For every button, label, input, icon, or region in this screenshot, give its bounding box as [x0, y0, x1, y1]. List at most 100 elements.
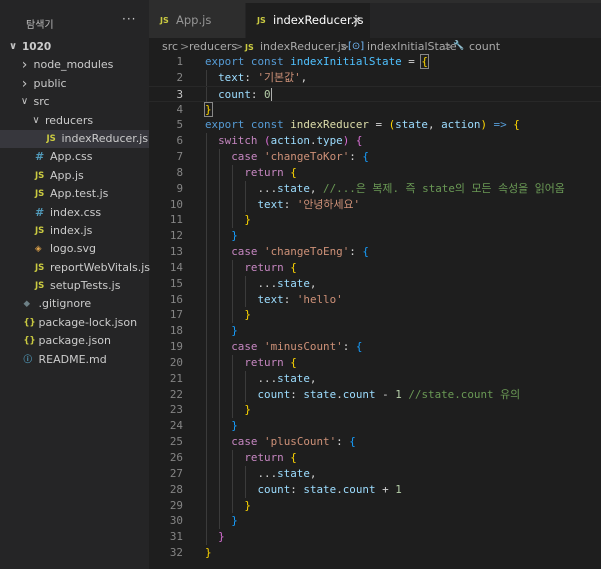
explorer-header: 탐색기 ··· — [0, 8, 149, 36]
line-number: 16 — [169, 292, 183, 306]
code-line[interactable]: 32} — [149, 545, 601, 561]
code-line[interactable]: 2 text: '기본값', — [149, 69, 601, 86]
code-text: ...state, — [205, 276, 317, 290]
breadcrumb-property[interactable]: count — [469, 38, 500, 55]
git-file-icon: ◆ — [23, 299, 31, 310]
code-text: } — [244, 403, 251, 417]
code-line[interactable]: 13 case 'changeToEng': { — [149, 244, 601, 260]
code-editor[interactable]: 1 export const indexInitialState = {2 tex… — [149, 54, 601, 569]
code-line[interactable]: 9 ...state, //...은 복제. 즉 state의 모든 속성을 읽… — [149, 180, 601, 197]
tree-item[interactable]: ◈ logo.svg — [0, 240, 149, 258]
code-line[interactable]: 25 case 'plusCount': { — [149, 434, 601, 450]
code-text: export const indexReducer = (state, acti… — [205, 118, 520, 132]
tree-item[interactable]: › public — [0, 75, 149, 93]
line-number: 29 — [169, 498, 183, 512]
line-number: 15 — [169, 276, 183, 290]
tree-item[interactable]: JS App.test.js — [0, 185, 149, 203]
code-line[interactable]: 4} — [149, 101, 601, 118]
line-number: 26 — [169, 451, 183, 464]
code-line[interactable]: 7 case 'changeToKor': { — [149, 149, 601, 165]
text-cursor — [270, 88, 272, 102]
code-line[interactable]: 26 return { — [149, 450, 601, 466]
tree-item[interactable]: ∨ 1020 — [0, 38, 149, 56]
tree-item[interactable]: {} package.json — [0, 332, 149, 350]
code-line[interactable]: 16 text: 'hello' — [149, 291, 601, 308]
line-number: 21 — [169, 371, 183, 385]
tree-item-label: src — [33, 95, 50, 109]
tree-item[interactable]: ∨ reducers — [0, 112, 149, 130]
tree-item[interactable]: ⓘ README.md — [0, 351, 149, 369]
js-file-icon: JS — [46, 133, 56, 144]
line-number: 6 — [176, 134, 183, 148]
code-line[interactable]: 31 } — [149, 529, 601, 546]
breadcrumb-src[interactable]: src — [162, 38, 178, 55]
code-line[interactable]: 3 count: 0 — [149, 85, 601, 103]
code-line[interactable]: 28 count: state.count + 1 — [149, 481, 601, 498]
code-line[interactable]: 19 case 'minusCount': { — [149, 339, 601, 355]
code-line[interactable]: 21 ...state, — [149, 370, 601, 387]
tree-item[interactable]: ◆ .gitignore — [0, 295, 149, 313]
tree-item[interactable]: JS index.js — [0, 222, 149, 240]
tree-item[interactable]: JS reportWebVitals.js — [0, 259, 150, 277]
code-line[interactable]: 15 ...state, — [149, 275, 601, 292]
more-actions-icon[interactable]: ··· — [122, 12, 136, 26]
code-line[interactable]: 20 return { — [149, 354, 601, 371]
chevron-right-icon[interactable]: › — [20, 75, 30, 93]
tree-item[interactable]: JS indexReducer.js — [0, 129, 149, 149]
breadcrumb-reducers[interactable]: reducers — [189, 38, 237, 55]
tree-item[interactable]: › node_modules — [0, 56, 149, 74]
explorer-title: 탐색기 — [26, 20, 54, 31]
tab-index-reducer-js[interactable]: JS indexReducer.js ✕ — [246, 3, 370, 38]
line-number: 14 — [169, 260, 183, 274]
svg-file-icon: ◈ — [35, 244, 42, 255]
chevron-right-icon: > — [180, 40, 190, 53]
line-number: 31 — [169, 530, 183, 544]
chevron-down-icon[interactable]: ∨ — [31, 112, 41, 130]
code-line[interactable]: 23 } — [149, 402, 601, 419]
code-line[interactable]: 14 return { — [149, 259, 601, 276]
code-line[interactable]: 5 export const indexReducer = (state, act… — [149, 117, 601, 133]
css-file-icon: # — [35, 205, 45, 219]
code-line[interactable]: 10 text: '안녕하세요' — [149, 196, 601, 213]
code-line[interactable]: 27 ...state, — [149, 465, 601, 482]
code-text: case 'minusCount': { — [231, 340, 363, 354]
code-line[interactable]: 12 } — [149, 228, 601, 245]
tree-item-label: 1020 — [22, 41, 52, 53]
code-line[interactable]: 29 } — [149, 497, 601, 514]
code-text: } — [244, 308, 251, 322]
code-line[interactable]: 8 return { — [149, 164, 601, 181]
code-line[interactable]: 11 } — [149, 212, 601, 229]
chevron-right-icon[interactable]: › — [20, 56, 30, 74]
line-number: 10 — [169, 197, 183, 211]
chevron-down-icon[interactable]: ∨ — [8, 38, 18, 56]
breadcrumb-file[interactable]: indexReducer.js — [260, 38, 347, 55]
close-icon[interactable]: ✕ — [352, 3, 361, 38]
tree-item-label: indexReducer.js — [61, 131, 149, 145]
tree-item-label: App.css — [50, 150, 93, 164]
tree-item[interactable]: ∨ src — [0, 93, 149, 111]
tab-app-js[interactable]: JS App.js — [149, 3, 245, 38]
tree-item[interactable]: {} package-lock.json — [0, 314, 149, 332]
code-line[interactable]: 6 switch (action.type) { — [149, 133, 601, 150]
code-line[interactable]: 24 } — [149, 418, 601, 435]
code-line[interactable]: 18 } — [149, 323, 601, 340]
code-line[interactable]: 17 } — [149, 307, 601, 324]
tree-item[interactable]: JS App.js — [0, 167, 149, 185]
line-number: 19 — [169, 340, 183, 354]
tree-item[interactable]: # index.css — [0, 204, 149, 222]
file-tree: ∨ 1020 › node_modules › public ∨ src ∨ reducers JS… — [0, 38, 150, 369]
code-text: } — [218, 530, 225, 544]
code-line[interactable]: 1 export const indexInitialState = { — [149, 54, 601, 70]
line-number: 4 — [176, 102, 183, 116]
tab-label: indexReducer.js — [273, 13, 364, 27]
tree-item[interactable]: JS setupTests.js — [0, 277, 149, 295]
code-line[interactable]: 30 } — [149, 513, 601, 530]
line-number: 27 — [169, 466, 183, 480]
chevron-right-icon: > — [234, 40, 244, 53]
code-text: text: '기본값', — [218, 70, 308, 84]
tree-item-label: logo.svg — [50, 242, 97, 256]
chevron-down-icon[interactable]: ∨ — [20, 93, 30, 111]
code-line[interactable]: 22 count: state.count - 1 //state.count … — [149, 386, 601, 403]
tree-item[interactable]: # App.css — [0, 148, 149, 166]
code-text: } — [231, 514, 238, 528]
